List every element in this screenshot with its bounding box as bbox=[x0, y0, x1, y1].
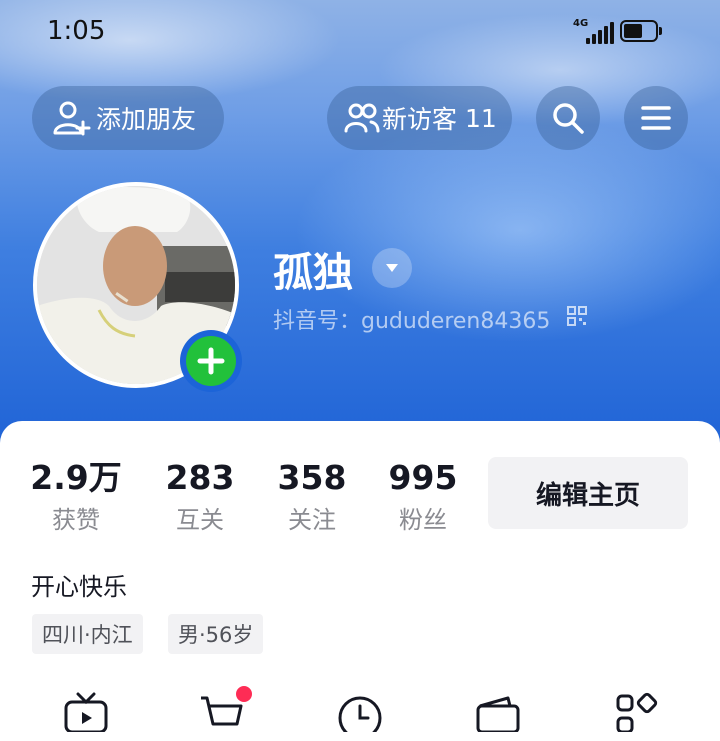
qr-code-icon[interactable] bbox=[567, 306, 587, 326]
wallet-icon[interactable] bbox=[474, 692, 522, 732]
stat-likes[interactable]: 2.9万 获赞 bbox=[28, 458, 124, 537]
clock-icon[interactable] bbox=[336, 692, 384, 732]
battery-icon bbox=[620, 20, 664, 44]
location-tag: 四川·内江 bbox=[32, 614, 143, 654]
add-user-icon bbox=[53, 101, 91, 136]
edit-profile-button[interactable]: 编辑主页 bbox=[488, 457, 688, 529]
profile-name: 孤独 bbox=[273, 250, 353, 296]
visitors-count: 11 bbox=[465, 103, 497, 133]
search-icon bbox=[553, 103, 584, 134]
caret-down-icon bbox=[386, 264, 398, 272]
stat-value: 995 bbox=[388, 458, 458, 497]
visitors-icon bbox=[344, 103, 380, 133]
status-bar: 1:05 4G bbox=[0, 0, 720, 66]
visitors-label: 新访客 bbox=[382, 105, 458, 134]
menu-button[interactable] bbox=[624, 86, 688, 150]
stat-label: 互关 bbox=[176, 506, 224, 534]
menu-icon bbox=[641, 106, 671, 130]
status-time: 1:05 bbox=[47, 16, 106, 46]
stat-mutual[interactable]: 283 互关 bbox=[160, 458, 240, 537]
account-switch-button[interactable] bbox=[372, 248, 412, 288]
stat-label: 粉丝 bbox=[399, 506, 447, 534]
profile-bio: 开心快乐 bbox=[31, 573, 127, 601]
stat-followers[interactable]: 995 粉丝 bbox=[383, 458, 463, 537]
search-button[interactable] bbox=[536, 86, 600, 150]
add-avatar-button[interactable] bbox=[180, 330, 242, 392]
gender-age-tag: 男·56岁 bbox=[168, 614, 264, 654]
stat-label: 关注 bbox=[288, 506, 336, 534]
stat-following[interactable]: 358 关注 bbox=[272, 458, 352, 537]
add-friend-label: 添加朋友 bbox=[96, 105, 197, 134]
stat-label: 获赞 bbox=[52, 506, 100, 534]
account-id[interactable]: 抖音号：gududeren84365 bbox=[273, 303, 550, 335]
signal-icon bbox=[586, 22, 614, 44]
tv-icon[interactable] bbox=[62, 692, 110, 732]
add-friend-button[interactable]: 添加朋友 bbox=[32, 86, 224, 150]
plus-icon bbox=[197, 347, 225, 375]
stat-value: 2.9万 bbox=[30, 458, 122, 497]
new-visitors-button[interactable]: 新访客 11 bbox=[327, 86, 512, 150]
notification-dot bbox=[236, 686, 252, 702]
apps-icon[interactable] bbox=[612, 692, 660, 732]
stat-value: 358 bbox=[277, 458, 347, 497]
stat-value: 283 bbox=[165, 458, 235, 497]
